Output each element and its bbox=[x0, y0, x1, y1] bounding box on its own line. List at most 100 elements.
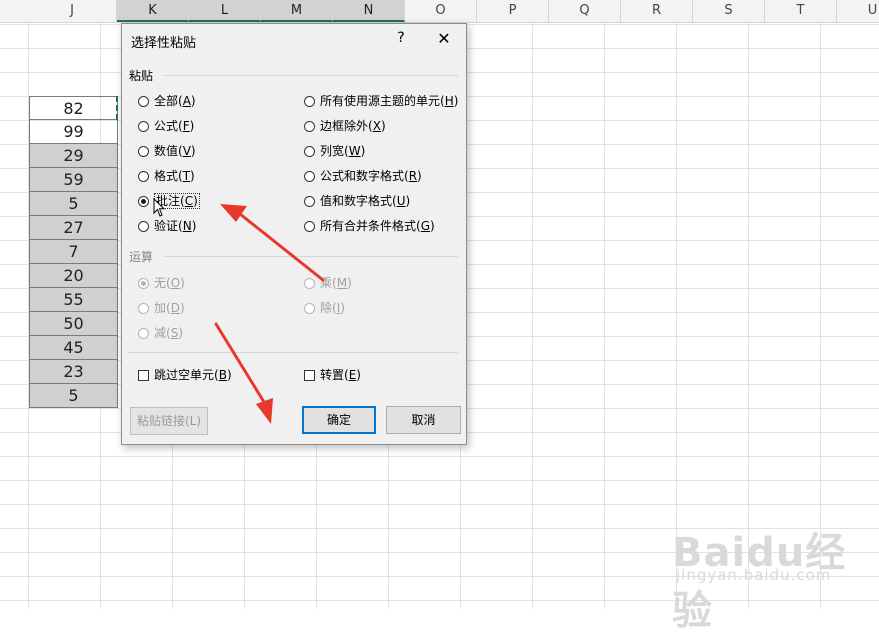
radio-button-icon[interactable] bbox=[304, 196, 315, 207]
radio-button-icon[interactable] bbox=[138, 96, 149, 107]
paste-section-label: 粘贴 bbox=[129, 69, 154, 83]
paste-special-dialog: 选择性粘贴 ? ✕ 粘贴 全部(A) 公式(F) 数值(V) 格式(T) 批注(C) 验证… bbox=[121, 23, 467, 445]
radio-pasteLeft-0[interactable]: 全部(A) bbox=[138, 92, 196, 110]
cell-j-2[interactable]: 99 bbox=[29, 120, 118, 144]
column-header-l[interactable]: L bbox=[189, 0, 261, 22]
radio-pasteRight-5[interactable]: 所有合并条件格式(G) bbox=[304, 217, 435, 235]
radio-button-icon[interactable] bbox=[138, 171, 149, 182]
radio-accelerator-key: I bbox=[336, 301, 341, 315]
radio-accelerator-key: M bbox=[336, 276, 348, 290]
radio-label: 格式(T) bbox=[154, 169, 195, 183]
radio-label-text: 列宽 bbox=[320, 144, 345, 158]
cell-j-1[interactable]: 82 bbox=[29, 96, 118, 120]
skip-blanks-key: B bbox=[218, 368, 227, 382]
radio-button-icon[interactable] bbox=[304, 96, 315, 107]
skip-blanks-label: 跳过空单元 bbox=[154, 368, 215, 382]
skip-blanks-checkbox[interactable]: 跳过空单元(B) bbox=[138, 366, 232, 384]
radio-opLeft-1: 加(D) bbox=[138, 299, 185, 317]
cell-j-11[interactable]: 45 bbox=[29, 336, 118, 360]
radio-label-text: 所有合并条件格式 bbox=[320, 219, 417, 233]
radio-label-text: 乘 bbox=[320, 276, 333, 290]
column-header-q[interactable]: Q bbox=[549, 0, 621, 22]
transpose-checkbox[interactable]: 转置(E) bbox=[304, 366, 361, 384]
radio-button-icon[interactable] bbox=[304, 121, 315, 132]
help-button[interactable]: ? bbox=[394, 30, 408, 46]
cell-j-8[interactable]: 20 bbox=[29, 264, 118, 288]
radio-label: 公式(F) bbox=[154, 119, 195, 133]
transpose-key: E bbox=[348, 368, 357, 382]
cell-j-12[interactable]: 23 bbox=[29, 360, 118, 384]
radio-label: 值和数字格式(U) bbox=[320, 194, 411, 208]
column-header-u[interactable]: U bbox=[837, 0, 879, 22]
column-header-t[interactable]: T bbox=[765, 0, 837, 22]
radio-label-text: 除 bbox=[320, 301, 333, 315]
radio-accelerator-key: D bbox=[170, 301, 180, 315]
radio-button-icon bbox=[138, 278, 149, 289]
cancel-button[interactable]: 取消 bbox=[386, 406, 461, 434]
radio-button-icon[interactable] bbox=[138, 221, 149, 232]
column-header-o[interactable]: O bbox=[405, 0, 477, 22]
radio-accelerator-key: A bbox=[182, 94, 191, 108]
radio-button-icon[interactable] bbox=[138, 121, 149, 132]
options-divider bbox=[128, 352, 458, 353]
column-header-s[interactable]: S bbox=[693, 0, 765, 22]
column-header-n[interactable]: N bbox=[333, 0, 405, 22]
radio-label: 无(O) bbox=[154, 276, 185, 290]
column-header-j[interactable]: J bbox=[28, 0, 117, 22]
radio-pasteLeft-3[interactable]: 格式(T) bbox=[138, 167, 195, 185]
column-header-p[interactable]: P bbox=[477, 0, 549, 22]
operation-section-divider bbox=[164, 256, 458, 257]
radio-label-text: 所有使用源主题的单元 bbox=[320, 94, 441, 108]
dialog-title: 选择性粘贴 bbox=[131, 36, 197, 51]
radio-accelerator-key: X bbox=[372, 119, 381, 133]
cell-j-3[interactable]: 29 bbox=[29, 144, 118, 168]
radio-button-icon[interactable] bbox=[304, 171, 315, 182]
radio-label-text: 公式 bbox=[154, 119, 179, 133]
cell-j-9[interactable]: 55 bbox=[29, 288, 118, 312]
cell-j-5[interactable]: 5 bbox=[29, 192, 118, 216]
cell-j-6[interactable]: 27 bbox=[29, 216, 118, 240]
radio-pasteLeft-4[interactable]: 批注(C) bbox=[138, 192, 200, 210]
radio-accelerator-key: O bbox=[170, 276, 181, 290]
radio-button-icon bbox=[138, 303, 149, 314]
radio-label: 加(D) bbox=[154, 301, 185, 315]
radio-accelerator-key: V bbox=[182, 144, 191, 158]
radio-button-icon[interactable] bbox=[304, 146, 315, 157]
radio-pasteRight-4[interactable]: 值和数字格式(U) bbox=[304, 192, 410, 210]
cell-j-4[interactable]: 59 bbox=[29, 168, 118, 192]
radio-button-icon[interactable] bbox=[138, 146, 149, 157]
skip-blanks-box[interactable] bbox=[138, 370, 149, 381]
radio-pasteLeft-1[interactable]: 公式(F) bbox=[138, 117, 194, 135]
radio-label-text: 格式 bbox=[154, 169, 179, 183]
radio-label-text: 边框除外 bbox=[320, 119, 369, 133]
cell-j-7[interactable]: 7 bbox=[29, 240, 118, 264]
ok-button[interactable]: 确定 bbox=[302, 406, 376, 434]
radio-pasteLeft-5[interactable]: 验证(N) bbox=[138, 217, 196, 235]
radio-button-icon[interactable] bbox=[138, 196, 149, 207]
radio-button-icon[interactable] bbox=[304, 221, 315, 232]
radio-pasteLeft-2[interactable]: 数值(V) bbox=[138, 142, 196, 160]
radio-pasteRight-0[interactable]: 所有使用源主题的单元(H) bbox=[304, 92, 458, 110]
radio-label-text: 数值 bbox=[154, 144, 179, 158]
radio-pasteRight-1[interactable]: 边框除外(X) bbox=[304, 117, 386, 135]
radio-opRight-1: 除(I) bbox=[304, 299, 345, 317]
column-header-r[interactable]: R bbox=[621, 0, 693, 22]
paste-link-button[interactable]: 粘贴链接(L) bbox=[130, 407, 208, 435]
radio-pasteRight-3[interactable]: 公式和数字格式(R) bbox=[304, 167, 422, 185]
radio-label: 验证(N) bbox=[154, 219, 197, 233]
radio-label-text: 公式和数字格式 bbox=[320, 169, 405, 183]
radio-label: 公式和数字格式(R) bbox=[320, 169, 422, 183]
watermark-url: jingyan.baidu.com bbox=[676, 566, 832, 584]
cell-j-13[interactable]: 5 bbox=[29, 384, 118, 408]
cell-j-10[interactable]: 50 bbox=[29, 312, 118, 336]
radio-opLeft-2: 减(S) bbox=[138, 324, 183, 342]
radio-pasteRight-2[interactable]: 列宽(W) bbox=[304, 142, 365, 160]
radio-accelerator-key: U bbox=[396, 194, 406, 208]
transpose-box[interactable] bbox=[304, 370, 315, 381]
column-header-m[interactable]: M bbox=[261, 0, 333, 22]
radio-label-text: 全部 bbox=[154, 94, 179, 108]
radio-accelerator-key: F bbox=[182, 119, 190, 133]
column-header-k[interactable]: K bbox=[117, 0, 189, 22]
close-icon[interactable]: ✕ bbox=[435, 29, 453, 48]
radio-button-icon bbox=[138, 328, 149, 339]
